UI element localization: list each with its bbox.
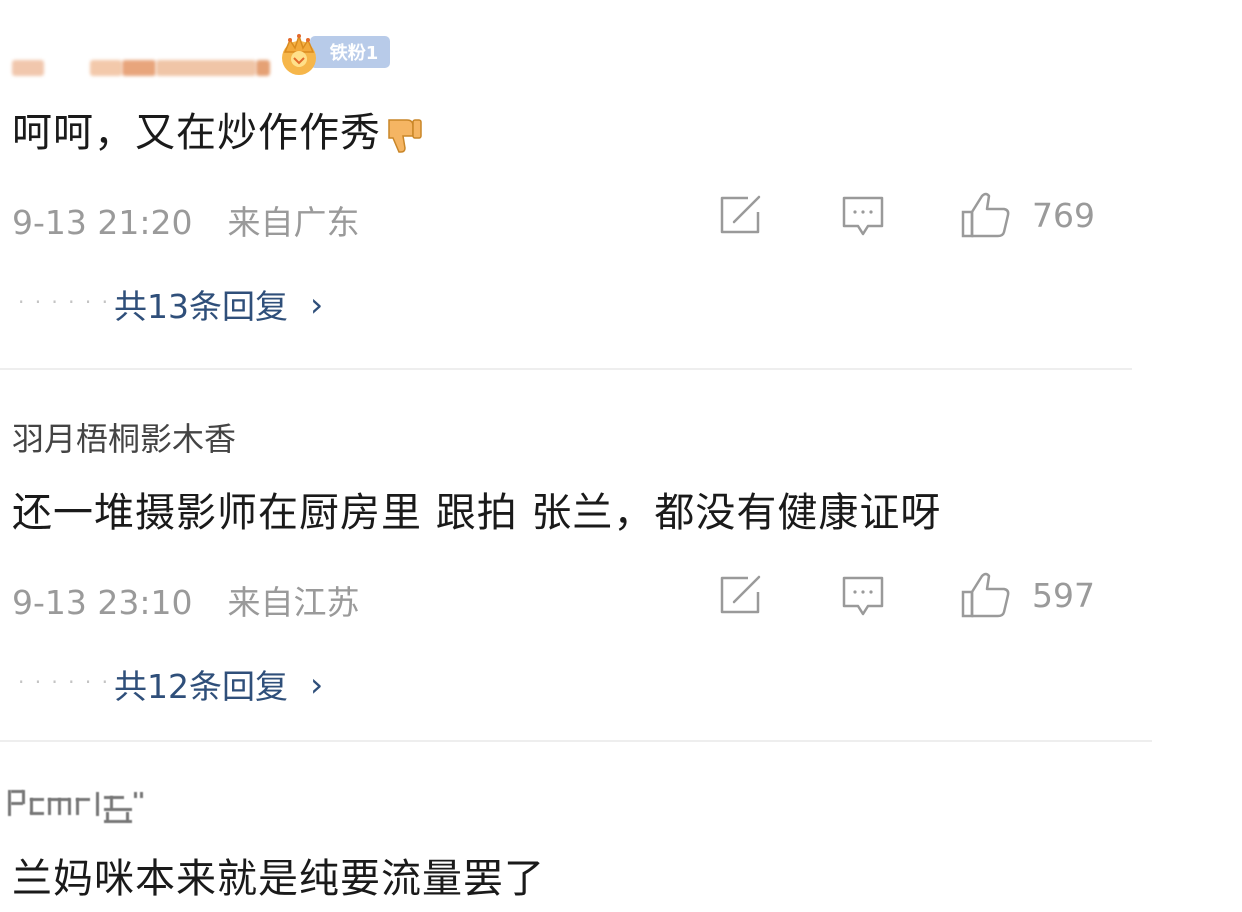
thumbs-up-icon[interactable] (960, 190, 1012, 240)
chevron-right-icon: › (310, 664, 324, 704)
view-replies-link[interactable]: 共12条回复 › (114, 660, 323, 708)
replies-count-label: 共12条回复 (114, 667, 288, 706)
chevron-right-icon: › (310, 284, 324, 324)
comment-meta: 9-13 23:10 来自江苏 (12, 576, 360, 624)
reply-dots: · · · · · · (18, 670, 110, 694)
comment-content: 呵呵，又在炒作作秀 (12, 100, 425, 158)
comment-text: 兰妈咪本来就是纯要流量罢了 (12, 856, 545, 902)
view-replies-link[interactable]: 共13条回复 › (114, 280, 323, 328)
comment-location: 来自江苏 (227, 583, 360, 622)
comment-location: 来自广东 (227, 203, 360, 242)
comment-meta: 9-13 21:20 来自广东 (12, 196, 360, 244)
like-count: 597 (1032, 576, 1095, 615)
replies-count-label: 共13条回复 (114, 287, 288, 326)
comment-text: 还一堆摄影师在厨房里 跟拍 张兰，都没有健康证呀 (12, 490, 942, 536)
thumbs-up-icon[interactable] (960, 570, 1012, 620)
fan-badge-label: 铁粉1 (310, 36, 390, 68)
comment-icon[interactable] (840, 574, 886, 618)
comment-time: 9-13 21:20 (12, 203, 193, 242)
share-icon[interactable] (718, 194, 764, 236)
comment-divider (0, 740, 1152, 742)
comment-divider (0, 368, 1132, 370)
share-icon[interactable] (718, 574, 764, 616)
username-obscured[interactable] (8, 786, 156, 826)
comment-icon[interactable] (840, 194, 886, 238)
username-obscured[interactable] (12, 60, 270, 76)
username[interactable]: 羽月梧桐影木香 (12, 414, 236, 460)
like-count: 769 (1032, 196, 1095, 235)
reply-dots: · · · · · · (18, 290, 110, 314)
comment-text: 呵呵，又在炒作作秀 (12, 110, 381, 156)
thumbs-down-icon (388, 119, 422, 153)
crown-icon (282, 33, 316, 75)
fan-badge: 铁粉1 (276, 32, 390, 75)
comment-time: 9-13 23:10 (12, 583, 193, 622)
